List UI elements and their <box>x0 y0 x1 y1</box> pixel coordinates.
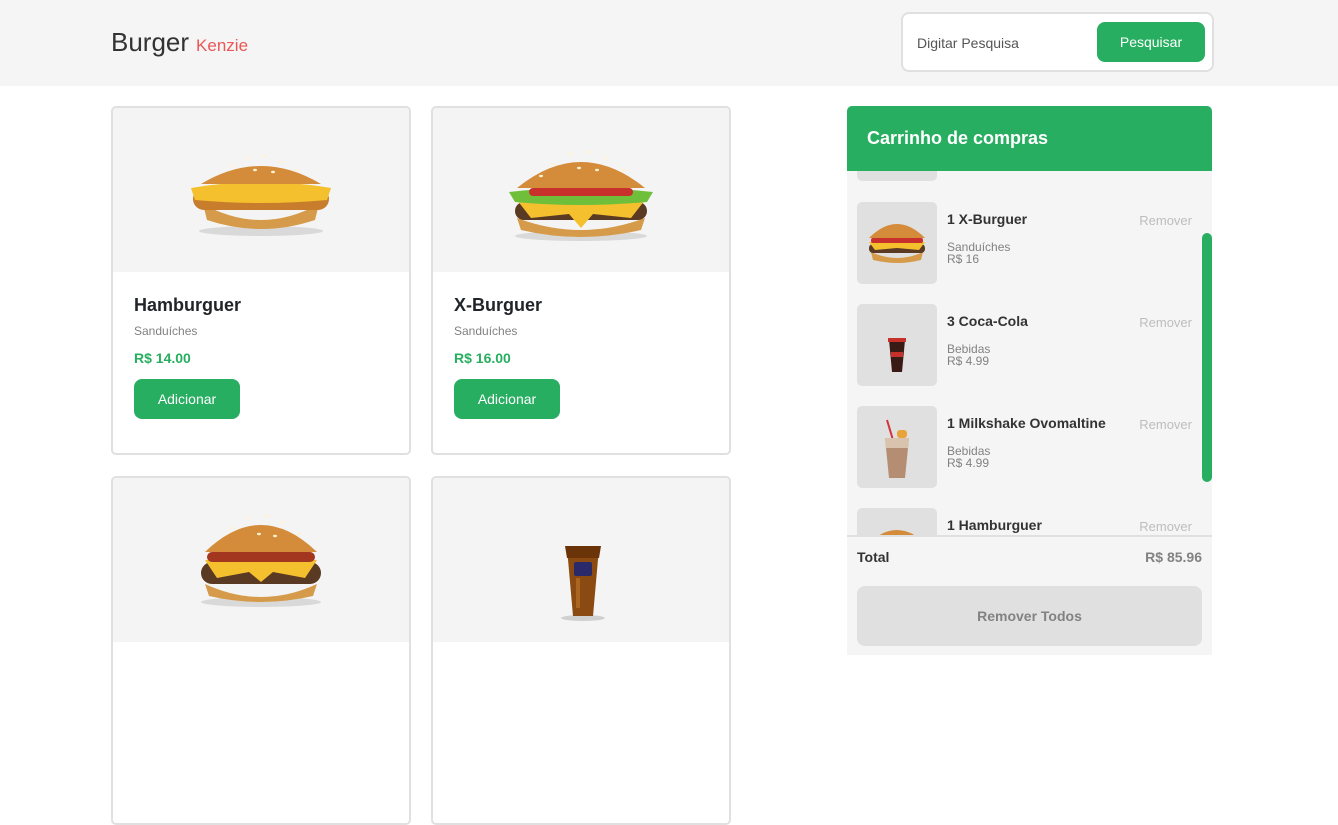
cart-scrollbar[interactable] <box>1202 233 1212 482</box>
product-category: Sanduíches <box>134 324 198 338</box>
cart-item-name: 1 Hamburguer <box>947 517 1042 533</box>
product-price: R$ 14.00 <box>134 350 191 366</box>
total-label: Total <box>857 549 890 565</box>
cart-item-thumb-partial <box>857 171 937 181</box>
cheeseburger-image <box>433 108 729 272</box>
cart-item-name: 1 X-Burguer <box>947 211 1028 227</box>
product-card <box>111 476 411 825</box>
cart-item-name: 3 Coca-Cola <box>947 313 1028 329</box>
product-category: Sanduíches <box>454 324 518 338</box>
chicken-burger-image <box>113 108 409 272</box>
brand-sub-text: Kenzie <box>196 36 249 55</box>
product-price: R$ 16.00 <box>454 350 511 366</box>
remove-all-button[interactable]: Remover Todos <box>857 586 1202 646</box>
double-burger-image <box>113 478 409 642</box>
add-to-cart-button[interactable]: Adicionar <box>454 379 560 419</box>
remove-item-button[interactable]: Remover <box>1139 213 1192 228</box>
shopping-cart: Carrinho de compras 1 X-Burguer Sanduích… <box>847 106 1212 655</box>
total-value: R$ 85.96 <box>1145 549 1202 565</box>
product-name: X-Burguer <box>454 295 543 315</box>
coca-cola-thumb <box>857 304 937 386</box>
fanta-cup-image <box>433 478 729 642</box>
remove-item-button[interactable]: Remover <box>1139 417 1192 432</box>
product-card-x-burguer: X-Burguer Sanduíches R$ 16.00 Adicionar <box>431 106 731 455</box>
remove-item-button[interactable]: Remover <box>1139 315 1192 330</box>
cart-item-price: R$ 16 <box>947 252 980 266</box>
cart-item-list[interactable]: 1 X-Burguer Sanduíches R$ 16 Remover 3 C… <box>847 171 1212 535</box>
top-header: Burger Kenzie Pesquisar <box>0 0 1338 86</box>
search-box: Pesquisar <box>901 12 1214 72</box>
cart-item-price: R$ 4.99 <box>947 354 990 368</box>
cart-item-price: R$ 4.99 <box>947 456 990 470</box>
product-name: Hamburguer <box>134 295 242 315</box>
cart-item-name: 1 Milkshake Ovomaltine <box>947 415 1106 431</box>
milkshake-thumb <box>857 406 937 488</box>
brand-main-text: Burger <box>111 27 190 57</box>
add-to-cart-button[interactable]: Adicionar <box>134 379 240 419</box>
cart-header: Carrinho de compras <box>847 106 1212 171</box>
cart-divider <box>847 535 1212 537</box>
cart-item: 1 Hamburguer Remover <box>857 508 1202 535</box>
brand-logo: Burger Kenzie <box>111 27 248 58</box>
cheeseburger-thumb <box>857 202 937 284</box>
search-input[interactable] <box>917 26 1092 60</box>
product-card-hamburguer: Hamburguer Sanduíches R$ 14.00 Adicionar <box>111 106 411 455</box>
product-card <box>431 476 731 825</box>
remove-item-button[interactable]: Remover <box>1139 519 1192 534</box>
burger-thumb <box>857 508 937 535</box>
cart-item: 1 X-Burguer Sanduíches R$ 16 Remover <box>857 202 1202 284</box>
cart-item: 3 Coca-Cola Bebidas R$ 4.99 Remover <box>857 304 1202 386</box>
cart-title: Carrinho de compras <box>867 128 1049 148</box>
search-button[interactable]: Pesquisar <box>1097 22 1205 62</box>
cart-item: 1 Milkshake Ovomaltine Bebidas R$ 4.99 R… <box>857 406 1202 488</box>
